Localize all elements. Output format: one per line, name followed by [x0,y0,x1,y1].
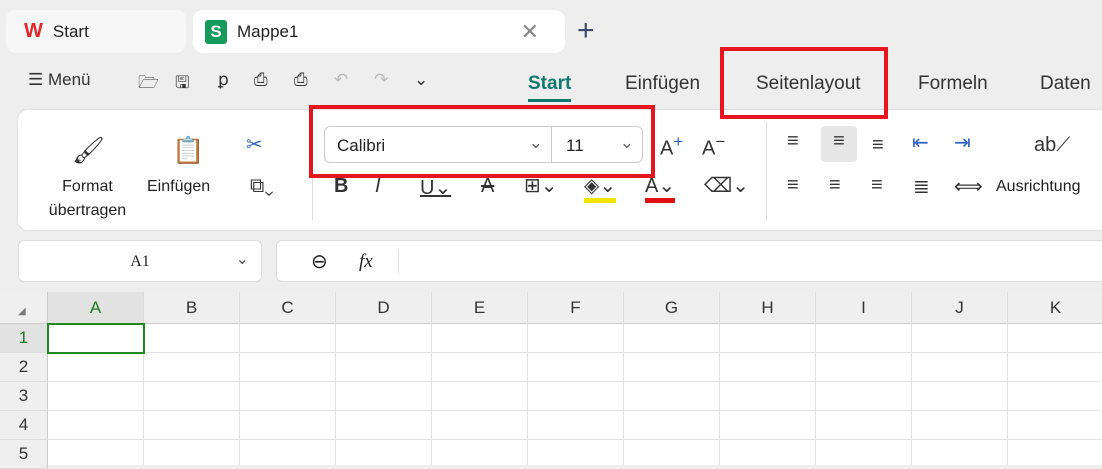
align-middle-icon[interactable]: ≡ [821,126,857,162]
align-right-icon[interactable]: ≡ [871,174,883,197]
align-center-icon[interactable]: ≡ [829,174,841,197]
redo-icon[interactable]: ↷ [374,70,388,90]
align-top-icon[interactable]: ≡ [787,130,799,153]
menu-tab-daten[interactable]: Daten [1040,73,1091,95]
strikethrough-icon[interactable]: A [481,175,494,198]
tab-label: Start [52,21,89,41]
print-preview-icon[interactable]: ⎙ [294,70,308,90]
italic-icon[interactable]: I [375,175,381,198]
new-tab-button[interactable]: + [577,14,595,48]
fx-icon[interactable]: fx [359,251,373,273]
row-header-1[interactable]: 1 [0,324,48,353]
wps-logo-icon: W [24,20,43,42]
column-header-D[interactable]: D [336,292,432,324]
bold-icon[interactable]: B [334,175,348,198]
row-header-2[interactable]: 2 [0,353,48,382]
annotation-box-seitenlayout [720,47,888,119]
column-header-E[interactable]: E [432,292,528,324]
chevron-down-icon: ⌄ [235,251,249,268]
format-painter-icon[interactable]: 🖌 [72,135,105,166]
column-header-I[interactable]: I [816,292,912,324]
divider [398,249,399,273]
save-icon[interactable]: 🖫 [175,70,189,99]
cell-ref: A1 [130,253,150,270]
orientation-icon[interactable]: ab⟋ [1034,134,1070,157]
print-icon[interactable]: ⎙ [254,70,268,90]
indent-icon[interactable]: ⇥ [954,130,971,155]
spreadsheet-icon: S [205,19,227,44]
clear-format-icon[interactable]: ⌫⌄ [704,173,749,198]
undo-icon[interactable]: ↶ [334,70,348,90]
align-bottom-icon[interactable]: ≡ [872,134,884,157]
row-header-4[interactable]: 4 [0,411,48,440]
annotation-box-font [309,105,655,178]
cut-icon[interactable]: ✂ [246,132,263,157]
open-icon[interactable]: 🗁 [138,70,159,99]
format-icon[interactable]: ꝑ [218,70,229,90]
name-box[interactable]: A1 ⌄ [18,240,262,282]
formula-bar[interactable]: ⊖ fx [276,240,1102,282]
column-header-A[interactable]: A [48,292,144,324]
justify-icon[interactable]: ≣ [913,174,930,199]
tab-start[interactable]: W Start [6,10,186,53]
column-header-G[interactable]: G [624,292,720,324]
select-all-corner[interactable]: ◢ [0,292,48,324]
column-header-H[interactable]: H [720,292,816,324]
align-left-icon[interactable]: ≡ [787,174,799,197]
hamburger-icon: ☰ [28,70,48,89]
column-header-F[interactable]: F [528,292,624,324]
tab-mappe1[interactable]: S Mappe1 ✕ [193,10,565,53]
close-icon[interactable]: ✕ [521,19,539,45]
menu-tab-einfuegen[interactable]: Einfügen [625,73,700,95]
underline-icon[interactable]: U⌄ [420,175,451,200]
cell-grid[interactable] [48,324,1102,465]
paste-button[interactable]: Einfügen [147,178,210,196]
menu-label: Menü [47,70,91,89]
increase-font-icon[interactable]: A+ [660,132,683,161]
paste-icon[interactable]: 📋 [172,135,204,166]
decrease-font-icon[interactable]: A− [702,132,725,161]
active-cell[interactable] [47,323,145,354]
tab-label: Mappe1 [237,21,299,41]
alignment-button[interactable]: Ausrichtung [996,178,1081,196]
copy-icon[interactable]: ⧉⌄ [250,175,274,198]
more-chevron-icon[interactable]: ⌄ [414,70,428,90]
distribute-icon[interactable]: ⟺ [954,174,983,199]
column-header-C[interactable]: C [240,292,336,324]
zoom-icon[interactable]: ⊖ [311,249,328,274]
menu-button[interactable]: ☰ Menü [28,70,91,90]
menu-tab-formeln[interactable]: Formeln [918,73,988,95]
format-painter-label[interactable]: Format übertragen [40,175,135,223]
column-header-K[interactable]: K [1008,292,1102,324]
column-header-J[interactable]: J [912,292,1008,324]
divider [766,122,767,220]
outdent-icon[interactable]: ⇤ [912,130,929,155]
column-header-B[interactable]: B [144,292,240,324]
row-header-3[interactable]: 3 [0,382,48,411]
menu-tab-start[interactable]: Start [528,73,572,102]
